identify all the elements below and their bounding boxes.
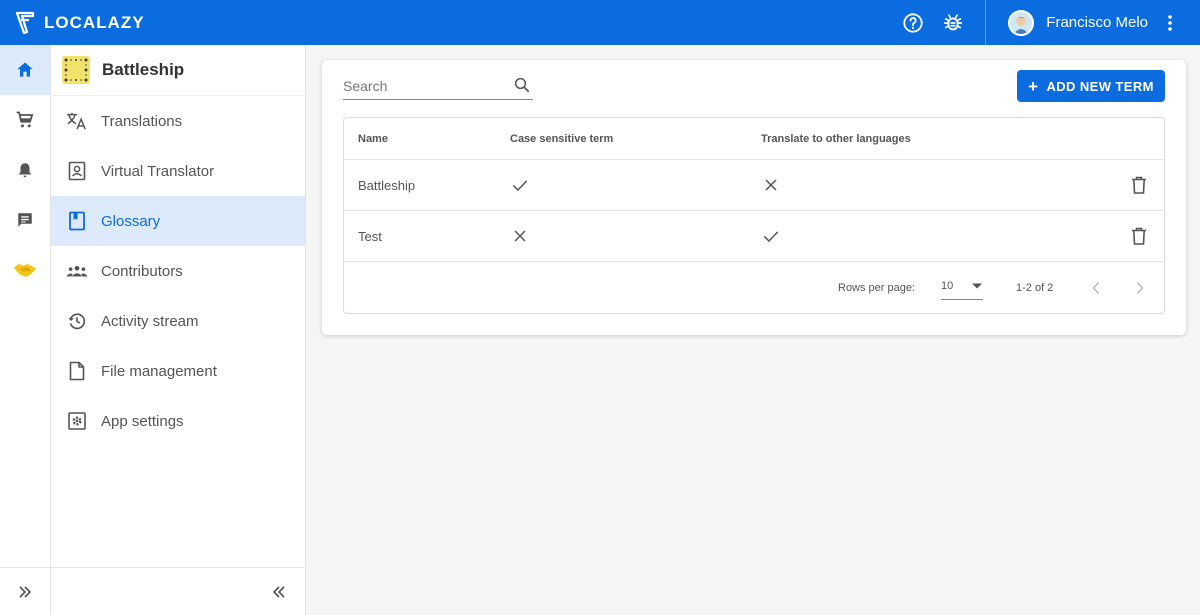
rail-home[interactable] [0, 45, 50, 95]
check-icon [510, 160, 530, 210]
history-icon [66, 310, 88, 332]
nav-activity-stream[interactable]: Activity stream [51, 296, 305, 346]
expand-rail-button[interactable] [0, 567, 50, 615]
column-header-case-sensitive[interactable]: Case sensitive term [510, 118, 613, 159]
nav-label: File management [101, 362, 217, 380]
more-vert-icon[interactable] [1160, 11, 1180, 35]
add-new-term-label: ADD NEW TERM [1046, 78, 1154, 94]
rows-per-page-label: Rows per page: [838, 282, 916, 294]
table-row[interactable]: Test [344, 211, 1164, 262]
file-icon [66, 360, 88, 382]
column-header-translate[interactable]: Translate to other languages [761, 118, 911, 159]
search-icon[interactable] [513, 76, 531, 99]
nav-glossary[interactable]: Glossary [51, 196, 305, 246]
nav-app-settings[interactable]: App settings [51, 396, 305, 446]
search-field[interactable] [343, 72, 533, 100]
nav-label: Virtual Translator [101, 162, 215, 180]
localazy-logo-icon [15, 11, 35, 34]
term-name: Test [358, 228, 382, 244]
nav-label: Translations [101, 112, 183, 130]
handshake-icon [13, 264, 37, 277]
glossary-card: + ADD NEW TERM Name Case sensitive term … [322, 60, 1186, 335]
search-input[interactable] [343, 77, 503, 94]
top-divider [985, 0, 987, 45]
delete-icon[interactable] [1130, 160, 1148, 210]
nav-label: Activity stream [101, 312, 199, 330]
project-name: Battleship [102, 60, 185, 79]
translate-icon [66, 110, 88, 132]
settings-icon [66, 410, 88, 432]
project-sidebar: Battleship Translations Virtual Translat… [51, 45, 306, 615]
project-logo [62, 56, 90, 84]
left-rail [0, 45, 51, 615]
rows-per-page-value: 10 [941, 279, 954, 292]
home-icon [17, 62, 33, 77]
double-chevron-right-icon [19, 585, 32, 598]
nav-label: Glossary [101, 212, 161, 230]
add-new-term-button[interactable]: + ADD NEW TERM [1017, 70, 1165, 102]
rows-per-page-select[interactable]: 10 [941, 272, 983, 300]
prev-page-button[interactable] [1086, 278, 1106, 298]
double-chevron-left-icon [272, 585, 285, 598]
nav-virtual-translator[interactable]: Virtual Translator [51, 146, 305, 196]
nav-translations[interactable]: Translations [51, 96, 305, 146]
close-icon [510, 211, 530, 261]
caret-down-icon [972, 283, 982, 288]
nav-file-management[interactable]: File management [51, 346, 305, 396]
cart-icon [16, 111, 34, 128]
check-icon [761, 211, 781, 261]
bug-report-icon[interactable] [941, 11, 965, 35]
nav-contributors[interactable]: Contributors [51, 246, 305, 296]
table-row[interactable]: Battleship [344, 160, 1164, 211]
user-name[interactable]: Francisco Melo [1046, 14, 1148, 31]
book-icon [66, 210, 88, 232]
chevron-left-icon [1092, 281, 1100, 295]
people-icon [66, 260, 88, 282]
help-icon[interactable] [901, 11, 925, 35]
brand-name: LOCALAZY [44, 12, 145, 32]
table-header: Name Case sensitive term Translate to ot… [344, 118, 1164, 160]
rail-store[interactable] [0, 95, 50, 145]
close-icon [761, 160, 781, 210]
user-avatar[interactable] [1008, 9, 1035, 36]
rail-messages[interactable] [0, 195, 50, 245]
bell-icon [19, 163, 31, 178]
virtual-translator-icon [66, 160, 88, 182]
chat-icon [18, 213, 32, 227]
rail-partners[interactable] [0, 245, 50, 295]
table-pagination: Rows per page: 10 1-2 of 2 [344, 262, 1164, 314]
top-bar: LOCALAZY Francisco Melo [0, 0, 1200, 45]
rail-notifications[interactable] [0, 145, 50, 195]
term-name: Battleship [358, 177, 416, 193]
project-header[interactable]: Battleship [51, 45, 305, 96]
nav-label: App settings [101, 412, 184, 430]
collapse-sidebar-button[interactable] [51, 567, 305, 615]
chevron-right-icon [1136, 281, 1144, 295]
page-range: 1-2 of 2 [1016, 282, 1054, 294]
next-page-button[interactable] [1130, 278, 1150, 298]
delete-icon[interactable] [1130, 211, 1148, 261]
nav-label: Contributors [101, 262, 183, 280]
brand-logo[interactable]: LOCALAZY [0, 0, 145, 45]
column-header-name[interactable]: Name [358, 118, 388, 159]
glossary-table: Name Case sensitive term Translate to ot… [343, 117, 1165, 314]
plus-icon: + [1028, 76, 1039, 96]
